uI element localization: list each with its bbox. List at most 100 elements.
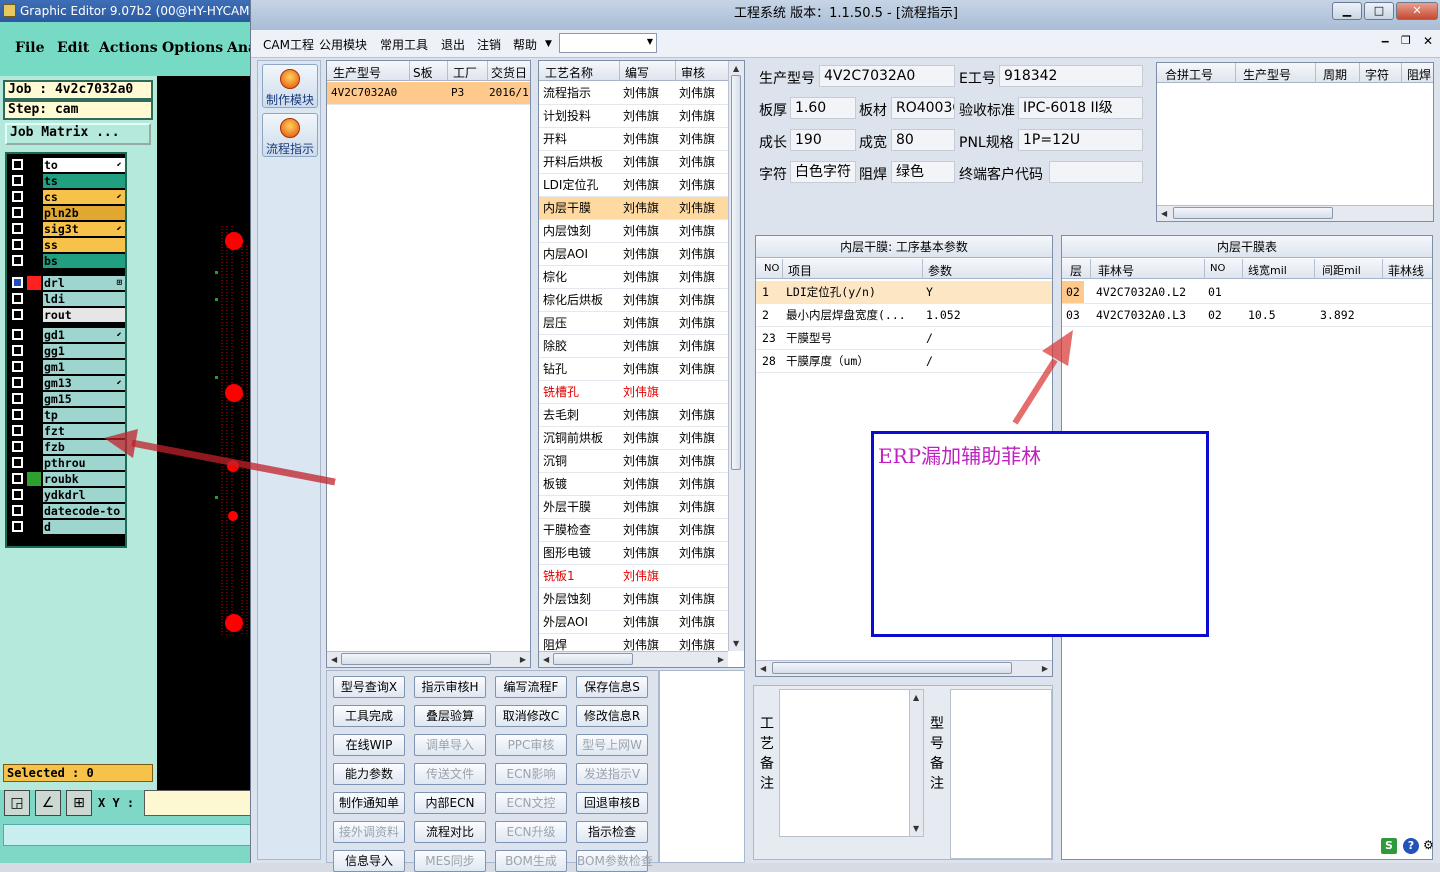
customer-code-field[interactable]: [1049, 161, 1143, 183]
toolbar-combobox[interactable]: ▼: [559, 33, 657, 53]
table-row[interactable]: 层压 刘伟旗 刘伟旗: [539, 312, 728, 335]
col-merge-char[interactable]: 字符: [1365, 66, 1389, 83]
layer-name[interactable]: cs ⬋: [43, 190, 125, 204]
table-row[interactable]: 03 4V2C7032A0.L3 02 10.5 3.892: [1062, 304, 1432, 327]
zoom-box-icon[interactable]: ◲: [4, 790, 30, 816]
action-button[interactable]: 型号上网W: [576, 734, 648, 756]
make-module-button[interactable]: 制作模块: [262, 64, 318, 108]
layer-name[interactable]: pthrou: [43, 456, 125, 470]
layer-checkbox[interactable]: [12, 505, 23, 516]
action-button[interactable]: BOM参数检查: [576, 850, 653, 872]
layer-checkbox[interactable]: [12, 207, 23, 218]
layer-name[interactable]: to ⬋: [43, 158, 125, 172]
layer-checkbox[interactable]: [12, 473, 23, 484]
layer-name[interactable]: pln2b: [43, 206, 125, 220]
layer-row[interactable]: bs: [9, 254, 125, 268]
layer-checkbox[interactable]: [12, 409, 23, 420]
layer-row[interactable]: drl ⊞: [9, 276, 125, 290]
menu-exit[interactable]: 退出: [441, 36, 465, 53]
layer-row[interactable]: fzb: [9, 440, 125, 454]
layer-row[interactable]: d: [9, 520, 125, 534]
layer-row[interactable]: tp: [9, 408, 125, 422]
layer-row[interactable]: gd1 ⬋: [9, 328, 125, 342]
table-row[interactable]: 去毛刺 刘伟旗 刘伟旗: [539, 404, 728, 427]
layer-checkbox[interactable]: [12, 239, 23, 250]
process-hscroll[interactable]: ◀ ▶: [539, 651, 728, 667]
action-button[interactable]: ECN升级: [495, 821, 567, 843]
help-icon[interactable]: ?: [1403, 838, 1419, 854]
col-merge-mask[interactable]: 阻焊: [1407, 66, 1431, 83]
minimize-button[interactable]: ▁: [1332, 2, 1362, 20]
action-button[interactable]: 取消修改C: [495, 705, 567, 727]
table-row[interactable]: 内层蚀刻 刘伟旗 刘伟旗: [539, 220, 728, 243]
col-model[interactable]: 生产型号: [333, 64, 381, 81]
layer-row[interactable]: rout: [9, 308, 125, 322]
layer-name[interactable]: fzt: [43, 424, 125, 438]
solder-mask-field[interactable]: 绿色: [891, 161, 955, 183]
process-notes-field[interactable]: ▲ ▼: [779, 689, 924, 837]
layer-checkbox[interactable]: [12, 441, 23, 452]
layer-row[interactable]: roubk: [9, 472, 125, 486]
layer-name[interactable]: ts: [43, 174, 125, 188]
material-field[interactable]: RO4003C: [891, 97, 955, 119]
table-row[interactable]: 4V2C7032A0 P3 2016/1: [327, 82, 530, 105]
layer-row[interactable]: gm1: [9, 360, 125, 374]
table-row[interactable]: 内层AOI 刘伟旗 刘伟旗: [539, 243, 728, 266]
layer-name[interactable]: gg1: [43, 344, 125, 358]
layer-row[interactable]: pln2b: [9, 206, 125, 220]
layer-checkbox[interactable]: [12, 377, 23, 388]
layer-checkbox[interactable]: [12, 393, 23, 404]
mdi-close-icon[interactable]: ✕: [1423, 34, 1433, 48]
action-button[interactable]: 流程对比: [414, 821, 486, 843]
action-button[interactable]: MES同步: [414, 850, 486, 872]
layer-row[interactable]: cs ⬋: [9, 190, 125, 204]
table-row[interactable]: 02 4V2C7032A0.L2 01: [1062, 281, 1432, 304]
layer-name[interactable]: sig3t ⬋: [43, 222, 125, 236]
menu-actions[interactable]: Actions: [99, 40, 158, 56]
action-button[interactable]: 回退审核B: [576, 792, 648, 814]
layer-row[interactable]: pthrou: [9, 456, 125, 470]
layer-row[interactable]: datecode-to: [9, 504, 125, 518]
table-row[interactable]: 流程指示 刘伟旗 刘伟旗: [539, 82, 728, 105]
action-button[interactable]: ECN影响: [495, 763, 567, 785]
action-button[interactable]: 调单导入: [414, 734, 486, 756]
close-button[interactable]: ✕: [1396, 2, 1438, 20]
col-line-width[interactable]: 线宽mil: [1248, 262, 1287, 278]
action-button[interactable]: 叠层验算: [414, 705, 486, 727]
layer-checkbox[interactable]: [12, 309, 23, 320]
col-merge-model[interactable]: 生产型号: [1243, 66, 1291, 83]
layer-row[interactable]: ydkdrl: [9, 488, 125, 502]
layer-name[interactable]: ss: [43, 238, 125, 252]
layer-name[interactable]: bs: [43, 254, 125, 268]
table-row[interactable]: 开料 刘伟旗 刘伟旗: [539, 128, 728, 151]
layer-checkbox[interactable]: [12, 457, 23, 468]
col-delivery[interactable]: 交货日: [491, 64, 527, 81]
layer-row[interactable]: ss: [9, 238, 125, 252]
col-item[interactable]: 项目: [788, 262, 812, 279]
menu-file[interactable]: File: [15, 40, 44, 56]
layer-row[interactable]: fzt: [9, 424, 125, 438]
tray-icon[interactable]: ⚙: [1423, 838, 1437, 854]
xy-input[interactable]: [144, 790, 252, 816]
table-row[interactable]: 计划投料 刘伟旗 刘伟旗: [539, 105, 728, 128]
layer-name[interactable]: d: [43, 520, 125, 534]
layer-checkbox[interactable]: [12, 159, 23, 170]
table-row[interactable]: 板镀 刘伟旗 刘伟旗: [539, 473, 728, 496]
layer-checkbox[interactable]: [12, 293, 23, 304]
maximize-button[interactable]: □: [1364, 2, 1394, 20]
layer-row[interactable]: gm13 ⬋: [9, 376, 125, 390]
menu-common-tools[interactable]: 常用工具: [380, 36, 428, 53]
layer-name[interactable]: gm15: [43, 392, 125, 406]
col-s-board[interactable]: S板: [413, 64, 433, 81]
table-row[interactable]: 沉铜前烘板 刘伟旗 刘伟旗: [539, 427, 728, 450]
table-row[interactable]: 钻孔 刘伟旗 刘伟旗: [539, 358, 728, 381]
action-button[interactable]: 信息导入: [333, 850, 405, 872]
col-factory[interactable]: 工厂: [453, 64, 477, 81]
process-vscroll[interactable]: ▲ ▼: [728, 61, 744, 651]
command-line[interactable]: [3, 824, 252, 846]
layer-name[interactable]: tp: [43, 408, 125, 422]
col-layer[interactable]: 层: [1070, 262, 1082, 279]
col-film-no[interactable]: 菲林号: [1098, 262, 1134, 279]
table-row[interactable]: 棕化 刘伟旗 刘伟旗: [539, 266, 728, 289]
app-s-icon[interactable]: S: [1381, 838, 1397, 854]
